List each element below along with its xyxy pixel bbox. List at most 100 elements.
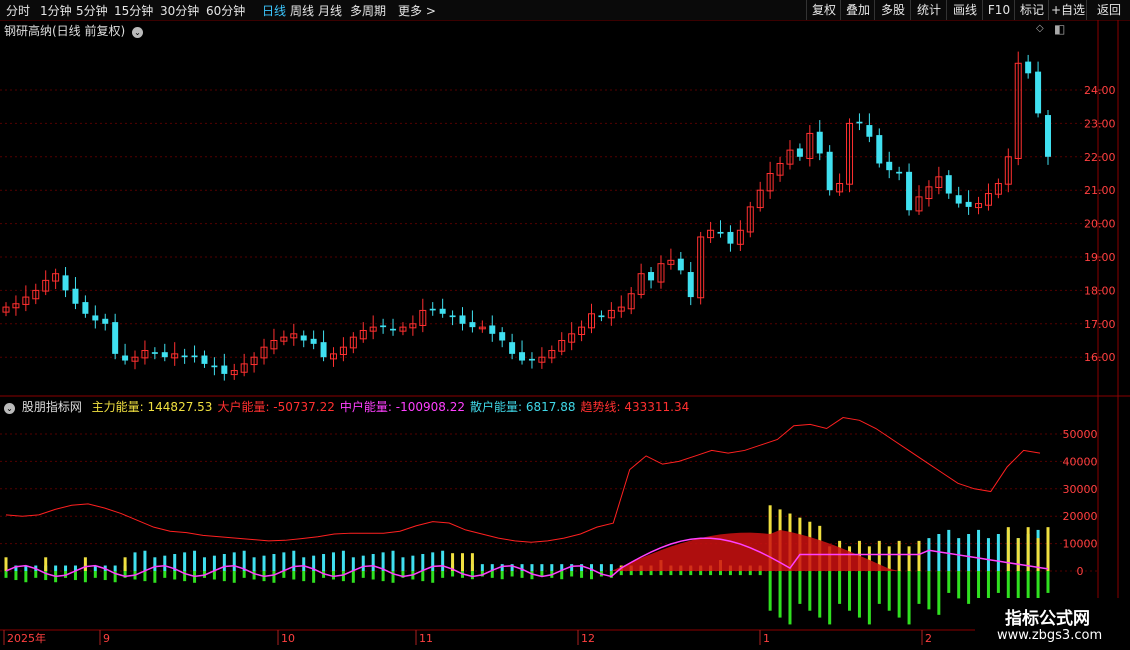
scatter-energy-bar xyxy=(133,552,137,571)
candle-body xyxy=(499,332,506,341)
negative-energy-bar xyxy=(927,571,931,610)
price-tick-label: 20.00 xyxy=(1084,218,1116,231)
chevron-down-icon[interactable]: ⌄ xyxy=(132,27,144,38)
negative-energy-bar xyxy=(490,571,494,578)
price-tick-label: 17.00 xyxy=(1084,318,1116,331)
negative-energy-bar xyxy=(867,571,871,625)
negative-energy-bar xyxy=(103,571,107,581)
candle-body xyxy=(92,315,99,321)
negative-energy-bar xyxy=(232,571,236,583)
negative-energy-bar xyxy=(351,571,355,583)
negative-energy-bar xyxy=(83,571,87,583)
negative-energy-bar xyxy=(719,571,723,576)
main-energy-bar xyxy=(1036,538,1040,571)
main-energy-bar xyxy=(1006,527,1010,571)
indicator-chevron-icon[interactable]: ⌄ xyxy=(4,403,15,414)
main-energy-bar xyxy=(887,546,891,571)
indicator-name: 股朋指标网 xyxy=(21,400,82,414)
negative-energy-bar xyxy=(699,571,703,576)
diamond-icon[interactable]: ◇ xyxy=(1036,23,1044,34)
negative-energy-bar xyxy=(282,571,286,578)
negative-energy-bar xyxy=(312,571,316,583)
scatter-energy-bar xyxy=(500,564,504,571)
negative-energy-bar xyxy=(689,571,693,576)
candle-body xyxy=(886,161,893,171)
scatter-energy-bar xyxy=(282,552,286,571)
candle-body xyxy=(439,308,446,314)
indicator-tick-label: 20000 xyxy=(1063,510,1098,523)
scatter-energy-bar xyxy=(222,554,226,571)
scatter-energy-bar xyxy=(232,552,236,571)
negative-energy-bar xyxy=(163,571,167,578)
negative-energy-bar xyxy=(669,571,673,576)
panel-toggle-icon[interactable]: ◧ xyxy=(1054,22,1065,36)
chart-canvas: 24.00 23.00 22.00 21.00 20.00 19.00 18.00 17.00… xyxy=(0,20,1130,650)
price-tick-label: 18.00 xyxy=(1084,284,1116,297)
candle-body xyxy=(459,315,466,324)
scatter-energy-bar xyxy=(331,552,335,571)
negative-energy-bar xyxy=(73,571,77,581)
negative-energy-bar xyxy=(728,571,732,576)
scatter-energy-bar xyxy=(163,555,167,571)
candle-body xyxy=(429,308,436,311)
candle-body xyxy=(1025,61,1032,74)
negative-energy-bar xyxy=(520,571,524,578)
candle-body xyxy=(727,231,734,244)
candle-body xyxy=(1045,115,1051,157)
negative-energy-bar xyxy=(500,571,504,580)
candle-body xyxy=(489,325,496,334)
main-energy-bar xyxy=(460,553,464,571)
scatter-energy-bar xyxy=(252,557,256,571)
watermark-title: 指标公式网 xyxy=(1005,609,1090,629)
candle-body xyxy=(181,355,188,358)
candle-body xyxy=(519,352,526,361)
negative-energy-bar xyxy=(808,571,812,611)
scatter-energy-bar xyxy=(371,554,375,571)
candle-body xyxy=(826,151,833,191)
candle-body xyxy=(380,325,387,328)
negative-energy-bar xyxy=(272,571,276,583)
candle-body xyxy=(161,352,168,358)
candle-body xyxy=(449,315,456,318)
negative-energy-bar xyxy=(331,571,335,580)
indicator-tick-label: 0 xyxy=(1077,565,1084,578)
negative-energy-bar xyxy=(222,571,226,582)
price-tick-label: 16.00 xyxy=(1084,351,1116,364)
candle-body xyxy=(648,272,655,281)
main-energy-bar xyxy=(123,557,127,571)
candle-body xyxy=(191,355,198,358)
negative-energy-bar xyxy=(619,571,623,576)
negative-energy-bar xyxy=(421,571,425,582)
negative-energy-bar xyxy=(560,571,564,580)
date-label: 2 xyxy=(925,632,932,645)
scatter-energy-bar xyxy=(302,557,306,571)
negative-energy-bar xyxy=(877,571,881,604)
negative-energy-bar xyxy=(292,571,296,580)
negative-energy-bar xyxy=(828,571,832,625)
stock-title: 钢研高纳(日线 前复权) xyxy=(4,24,126,38)
candle-body xyxy=(965,201,972,207)
negative-energy-bar xyxy=(788,571,792,625)
date-label: 10 xyxy=(281,632,295,645)
scatter-energy-bar xyxy=(599,564,603,571)
price-tick-label: 23.00 xyxy=(1084,117,1116,130)
scatter-energy-bar xyxy=(193,550,197,571)
negative-energy-bar xyxy=(252,571,256,580)
scatter-energy-bar xyxy=(986,538,990,571)
scatter-energy-bar xyxy=(530,564,534,571)
price-tick-label: 21.00 xyxy=(1084,184,1116,197)
negative-energy-bar xyxy=(768,571,772,611)
scatter-energy-bar xyxy=(947,529,951,571)
date-label: 12 xyxy=(581,632,595,645)
trend-line xyxy=(5,417,1041,543)
negative-energy-bar xyxy=(580,571,584,578)
date-label: 2025年 xyxy=(7,631,46,645)
scatter-energy-bar xyxy=(550,564,554,571)
scatter-energy-bar xyxy=(401,557,405,571)
scatter-energy-bar xyxy=(292,550,296,571)
negative-energy-bar xyxy=(848,571,852,611)
indicator-tick-label: 10000 xyxy=(1063,538,1098,551)
negative-energy-bar xyxy=(798,571,802,604)
main-energy-bar xyxy=(897,540,901,571)
candle-body xyxy=(896,171,903,174)
